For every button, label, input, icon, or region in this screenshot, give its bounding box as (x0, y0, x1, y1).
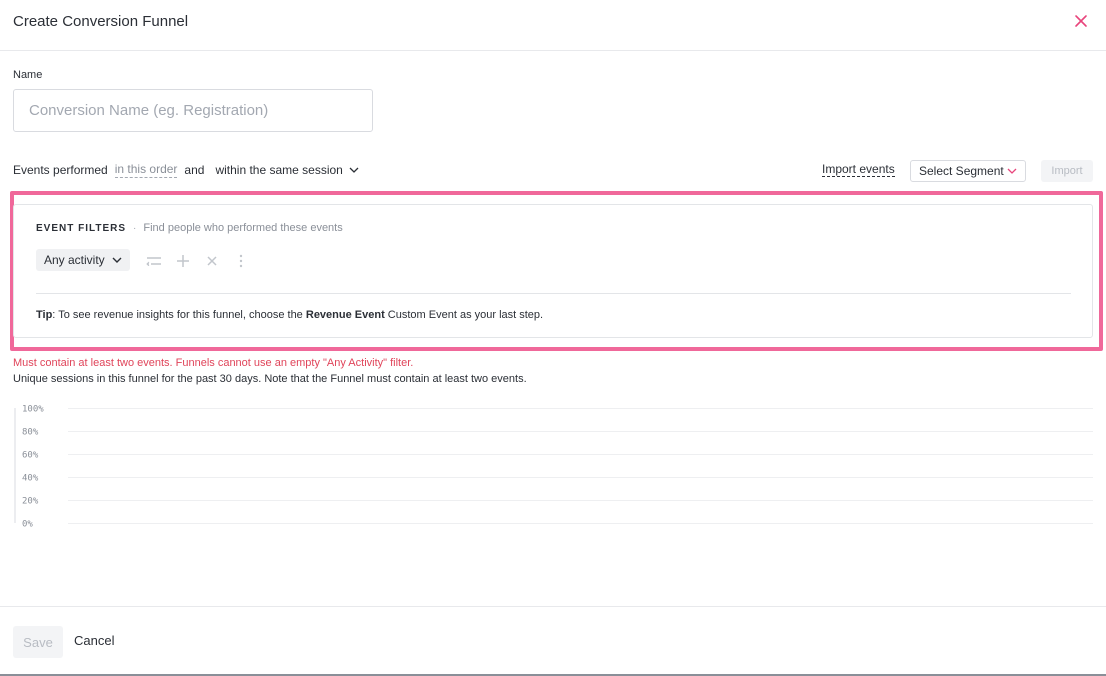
revenue-tip: Tip: To see revenue insights for this fu… (36, 309, 543, 321)
event-filters-description: Find people who performed these events (143, 222, 343, 234)
funnel-info-text: Unique sessions in this funnel for the p… (13, 373, 527, 385)
heading-separator: · (133, 222, 137, 234)
chart-y-tick-label: 20% (22, 497, 39, 507)
events-settings-row: Events performed in this order and withi… (13, 162, 359, 178)
close-icon[interactable] (1074, 12, 1088, 30)
tip-text-start: : To see revenue insights for this funne… (52, 309, 306, 321)
filter-lines-icon[interactable] (146, 254, 162, 268)
chart-y-tick-label: 0% (22, 520, 33, 530)
chart-y-tick-label: 100% (22, 405, 44, 415)
segment-select[interactable]: Select Segment (910, 160, 1026, 182)
chart-y-tick-label: 80% (22, 428, 39, 438)
funnel-chart: 100% 80% 60% 40% 20% 0% (14, 405, 1093, 530)
chart-y-tick-label: 40% (22, 474, 39, 484)
order-link[interactable]: in this order (114, 162, 178, 178)
tip-text-end: Custom Event as your last step. (384, 309, 544, 321)
save-button[interactable]: Save (13, 626, 63, 658)
conversion-name-input[interactable] (13, 89, 373, 132)
remove-filter-icon[interactable] (204, 254, 220, 268)
chevron-down-icon (1007, 168, 1017, 174)
validation-error: Must contain at least two events. Funnel… (13, 357, 414, 369)
chevron-down-icon (349, 167, 359, 173)
import-button[interactable]: Import (1041, 160, 1093, 182)
events-conjunction: and (184, 163, 205, 177)
modal-title: Create Conversion Funnel (13, 13, 189, 30)
filters-divider (36, 293, 1071, 294)
cancel-button[interactable]: Cancel (74, 633, 114, 648)
event-filters-card: EVENT FILTERS · Find people who performe… (13, 204, 1093, 338)
tip-label: Tip (36, 309, 53, 321)
event-filters-heading: EVENT FILTERS · Find people who performe… (36, 222, 343, 234)
events-prefix: Events performed (13, 163, 108, 177)
name-label: Name (13, 69, 43, 81)
modal-header: Create Conversion Funnel (0, 0, 1106, 51)
modal-footer: Save Cancel (0, 606, 1106, 676)
chevron-down-icon (112, 257, 122, 263)
plus-icon[interactable] (175, 254, 191, 268)
session-dropdown[interactable]: within the same session (215, 163, 359, 177)
any-activity-dropdown[interactable]: Any activity (36, 249, 130, 271)
import-events-link[interactable]: Import events (822, 162, 895, 177)
more-vertical-icon[interactable] (233, 254, 249, 268)
segment-select-label: Select Segment (919, 164, 1004, 178)
tip-bold-text: Revenue Event (305, 309, 385, 321)
session-dropdown-label: within the same session (215, 163, 343, 177)
chart-y-tick-label: 60% (22, 451, 39, 461)
any-activity-label: Any activity (44, 253, 105, 267)
event-filters-title: EVENT FILTERS (36, 222, 127, 234)
